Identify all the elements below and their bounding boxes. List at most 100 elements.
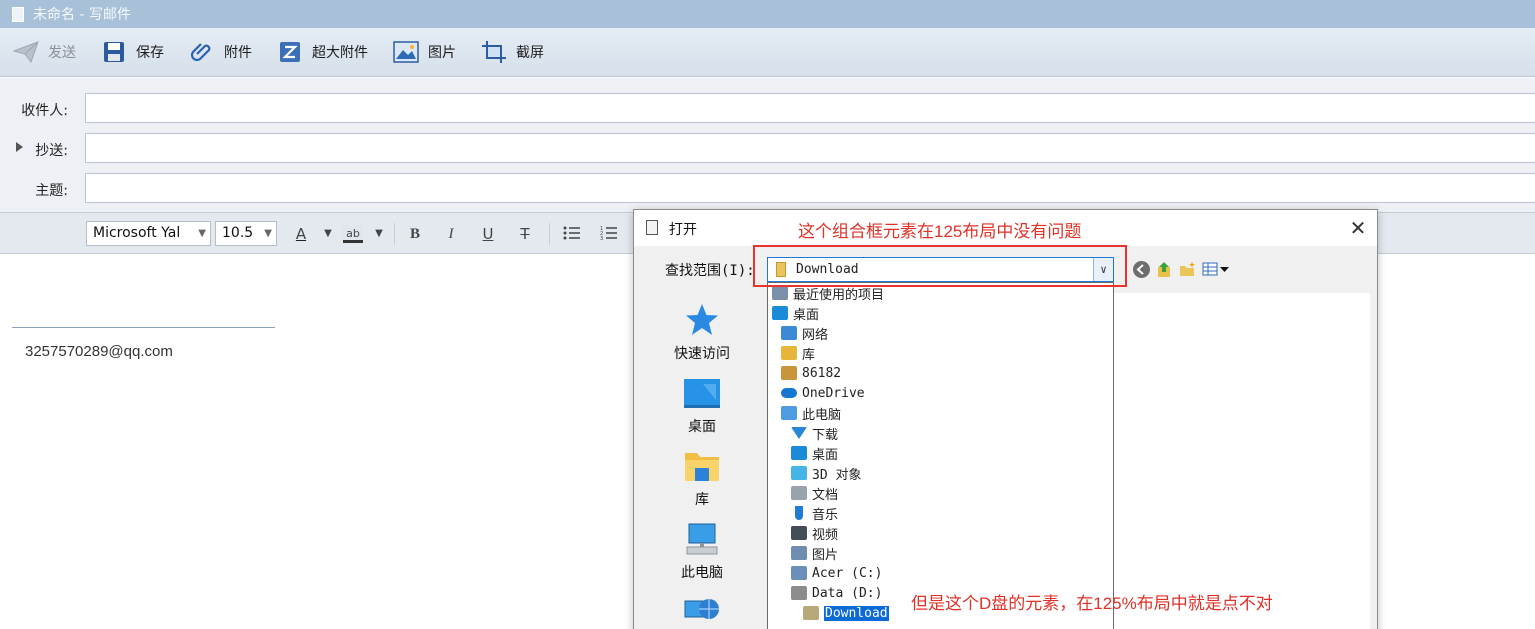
dropdown-item[interactable]: 网络: [781, 323, 828, 343]
dropdown-item-label: 桌面: [793, 307, 820, 323]
large-attachment-button[interactable]: 超大附件: [276, 37, 368, 67]
dropdown-item-label: 网络: [802, 327, 829, 343]
strikethrough-icon[interactable]: T: [515, 225, 535, 243]
music-icon: [795, 506, 803, 520]
signature-email: 3257570289@qq.com: [25, 343, 173, 360]
bullet-list-icon[interactable]: [562, 225, 582, 243]
desktop-icon: [791, 446, 807, 460]
place-network[interactable]: [640, 595, 764, 629]
place-library[interactable]: 库: [640, 449, 764, 509]
save-icon: [100, 39, 128, 65]
dropdown-item-label: 此电脑: [802, 407, 842, 423]
file-list[interactable]: [1114, 293, 1370, 629]
cc-label: 抄送:: [35, 143, 68, 159]
dropdown-item[interactable]: 此电脑: [781, 403, 841, 423]
highlight-dropdown-icon[interactable]: ▼: [369, 225, 389, 243]
folder-icon: [803, 606, 819, 620]
subject-label: 主题:: [35, 183, 68, 199]
cc-input[interactable]: [85, 133, 1535, 163]
subject-row: 主题:: [0, 173, 1535, 203]
expand-triangle-icon[interactable]: [16, 142, 23, 152]
dropdown-item-label: Download: [824, 605, 889, 621]
font-size-value: 10.5: [222, 225, 254, 241]
place-label: 快速访问: [674, 346, 730, 362]
place-desktop[interactable]: 桌面: [640, 376, 764, 436]
send-button[interactable]: 发送: [12, 37, 76, 67]
dropdown-item[interactable]: Acer (C:): [791, 563, 882, 583]
dropdown-item-label: 图片: [812, 547, 839, 563]
recent-icon: [772, 286, 788, 300]
attachment-button[interactable]: 附件: [188, 37, 252, 67]
user-icon: [781, 366, 797, 380]
dropdown-item[interactable]: 桌面: [772, 303, 819, 323]
drive-c-icon: [791, 566, 807, 580]
to-input[interactable]: [85, 93, 1535, 123]
large-attachment-label: 超大附件: [312, 45, 368, 61]
dropdown-item[interactable]: Data (D:): [791, 583, 882, 603]
video-icon: [791, 526, 807, 540]
download-icon: [791, 427, 807, 439]
highlight-icon[interactable]: ab: [343, 225, 363, 243]
place-label: 此电脑: [681, 565, 723, 581]
desktop-icon: [683, 376, 721, 410]
place-quick-access[interactable]: 快速访问: [640, 303, 764, 363]
paperclip-icon: [188, 39, 216, 65]
font-color-icon[interactable]: A: [291, 225, 311, 243]
picture-icon: [392, 39, 420, 65]
dialog-title: 打开: [669, 222, 697, 238]
3d-objects-icon: [791, 466, 807, 480]
view-menu-icon[interactable]: [1202, 261, 1232, 278]
numbered-list-icon[interactable]: 123: [599, 225, 619, 243]
places-bar: 快速访问 桌面 库 此电脑: [640, 293, 764, 629]
dropdown-item-label: Data (D:): [812, 585, 883, 601]
network-icon: [683, 595, 721, 629]
screenshot-label: 截屏: [516, 45, 544, 61]
computer-icon: [781, 406, 797, 420]
save-label: 保存: [136, 45, 164, 61]
dropdown-item-label: 库: [802, 347, 816, 363]
picture-label: 图片: [428, 45, 456, 61]
back-icon[interactable]: [1133, 261, 1150, 278]
font-size-select[interactable]: 10.5 ▼: [215, 221, 277, 246]
lookin-label: 查找范围(I):: [665, 263, 755, 279]
attachment-label: 附件: [224, 45, 252, 61]
dropdown-item[interactable]: 音乐: [791, 503, 838, 523]
computer-icon: [683, 522, 721, 556]
dropdown-item[interactable]: Download: [803, 603, 889, 623]
dropdown-item[interactable]: 下载: [791, 423, 838, 443]
dropdown-item[interactable]: 3D 对象: [791, 463, 861, 483]
to-row: 收件人:: [0, 93, 1535, 123]
subject-input[interactable]: [85, 173, 1535, 203]
bold-icon[interactable]: B: [405, 225, 425, 243]
save-button[interactable]: 保存: [100, 37, 164, 67]
dropdown-item[interactable]: 视频: [791, 523, 838, 543]
drive-d-icon: [791, 586, 807, 600]
pictures-icon: [791, 546, 807, 560]
star-icon: [683, 303, 721, 337]
compose-toolbar: 发送 保存 附件 超大附件 图片 截屏: [0, 28, 1535, 77]
dropdown-item-label: 视频: [812, 527, 839, 543]
dropdown-item-label: 3D 对象: [812, 467, 862, 483]
picture-button[interactable]: 图片: [392, 37, 456, 67]
font-family-select[interactable]: Microsoft Yal ▼: [86, 221, 211, 246]
dialog-app-icon: [646, 220, 658, 235]
dropdown-item[interactable]: 图片: [791, 543, 838, 563]
new-folder-icon[interactable]: [1179, 261, 1196, 278]
screenshot-button[interactable]: 截屏: [480, 37, 544, 67]
up-folder-icon[interactable]: [1156, 261, 1173, 278]
dropdown-item[interactable]: 86182: [781, 363, 841, 383]
dropdown-item[interactable]: 文档: [791, 483, 838, 503]
dropdown-item[interactable]: 桌面: [791, 443, 838, 463]
dropdown-item[interactable]: OneDrive: [781, 383, 865, 403]
header-fields: 收件人: 抄送: 主题:: [0, 78, 1535, 212]
dropdown-item-label: 下载: [812, 427, 839, 443]
dropdown-item[interactable]: 库: [781, 343, 815, 363]
signature-divider: [12, 327, 275, 328]
app-icon: [12, 6, 24, 22]
font-color-dropdown-icon[interactable]: ▼: [318, 225, 338, 243]
italic-icon[interactable]: I: [441, 225, 461, 243]
underline-icon[interactable]: U: [478, 225, 498, 243]
close-icon[interactable]: ✕: [1346, 216, 1370, 240]
place-this-pc[interactable]: 此电脑: [640, 522, 764, 582]
divider: [549, 223, 550, 245]
